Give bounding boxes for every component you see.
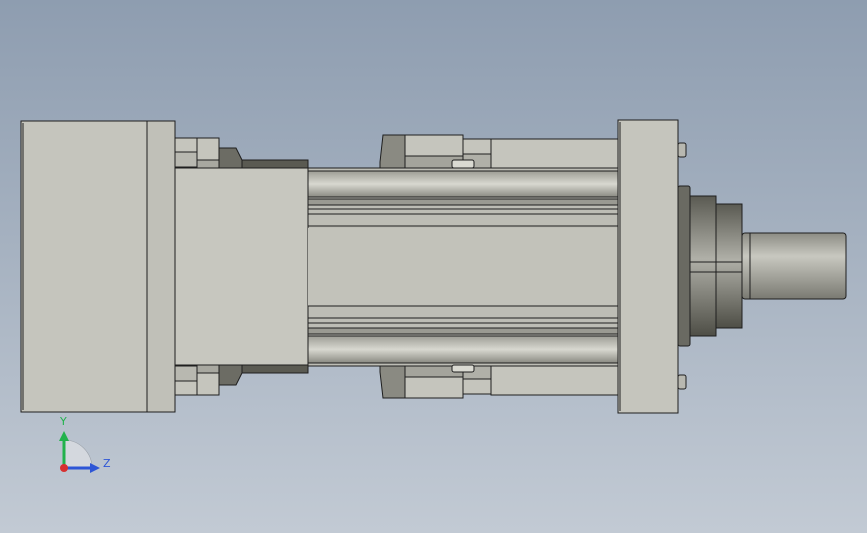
actuator-model[interactable] bbox=[0, 0, 867, 533]
piston-rod[interactable] bbox=[741, 232, 847, 300]
rod-end-nut bbox=[677, 185, 743, 347]
lower-carriage[interactable] bbox=[379, 364, 621, 399]
x-axis-dot-icon bbox=[60, 464, 68, 472]
upper-coupling-blocks bbox=[174, 137, 309, 170]
actuator-barrel[interactable] bbox=[307, 167, 621, 367]
lower-coupling-blocks bbox=[174, 363, 309, 396]
upper-carriage[interactable] bbox=[379, 134, 621, 169]
motor-block[interactable] bbox=[20, 120, 176, 413]
triad-z-label: Z bbox=[103, 457, 111, 470]
front-flange[interactable] bbox=[617, 119, 687, 414]
triad-y-label: Y bbox=[60, 415, 67, 428]
graphics-viewport[interactable]: Y Z bbox=[0, 0, 867, 533]
adapter-housing bbox=[174, 167, 309, 366]
